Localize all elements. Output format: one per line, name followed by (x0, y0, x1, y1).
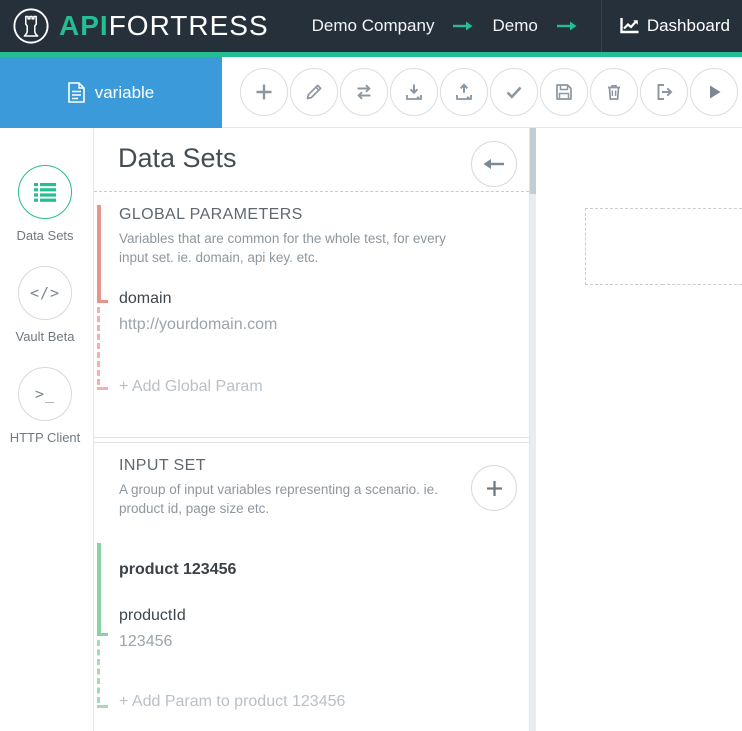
breadcrumb-company[interactable]: Demo Company (312, 16, 435, 36)
global-accent-foot (97, 300, 108, 303)
upload-button[interactable] (440, 68, 488, 116)
code-icon: </> (30, 284, 60, 302)
data-sets-circle (18, 165, 72, 219)
export-button[interactable] (640, 68, 688, 116)
data-sets-panel: Data Sets GLOBAL PARAMETERS Variables th… (93, 128, 530, 731)
panel-header: Data Sets (94, 128, 529, 192)
fortress-logo-icon (12, 7, 50, 45)
vault-circle: </> (18, 266, 72, 320)
brand-wordmark: APIFORTRESS (59, 12, 269, 40)
toolbar-buttons (240, 68, 738, 116)
input-set-card: INPUT SET A group of input variables rep… (94, 443, 529, 731)
upload-icon (454, 82, 474, 102)
toolbar: variable (0, 57, 742, 128)
input-set-accent-foot (97, 633, 108, 636)
file-tab-label: variable (95, 83, 155, 103)
delete-button[interactable] (590, 68, 638, 116)
global-accent-foot (97, 387, 108, 390)
sidebar-item-http-client[interactable]: >_ HTTP Client (10, 367, 81, 445)
global-accent-bar (97, 205, 101, 300)
check-icon (504, 82, 524, 102)
confirm-button[interactable] (490, 68, 538, 116)
side-rail: Data Sets </> Vault Beta >_ HTTP Client (0, 128, 90, 731)
floppy-icon (554, 82, 574, 102)
sidebar-item-vault[interactable]: </> Vault Beta (15, 266, 74, 344)
swap-arrows-icon (354, 82, 374, 102)
global-parameters-heading: GLOBAL PARAMETERS (119, 206, 529, 224)
terminal-icon: >_ (35, 385, 55, 403)
chart-line-icon (620, 18, 639, 34)
sidebar-item-label: Data Sets (16, 228, 73, 243)
pencil-icon (304, 82, 324, 102)
play-icon (704, 82, 724, 102)
run-button[interactable] (690, 68, 738, 116)
breadcrumb-project[interactable]: Demo (492, 16, 537, 36)
download-icon (404, 82, 424, 102)
param-value: 123456 (119, 633, 529, 651)
add-param-to-set-link[interactable]: + Add Param to product 123456 (119, 693, 529, 711)
add-global-param-link[interactable]: + Add Global Param (119, 378, 529, 396)
breadcrumb: Demo Company Demo (312, 16, 577, 36)
global-parameters-card: GLOBAL PARAMETERS Variables that are com… (94, 192, 529, 437)
document-icon (68, 82, 85, 103)
input-set-heading: INPUT SET (119, 457, 529, 475)
drop-zone[interactable] (585, 208, 663, 285)
trash-icon (604, 82, 624, 102)
param-value: http://yourdomain.com (119, 316, 529, 334)
list-icon (34, 183, 56, 202)
sidebar-item-label: HTTP Client (10, 430, 81, 445)
app-header: APIFORTRESS Demo Company Demo Dashboard (0, 0, 742, 52)
file-tab-variable[interactable]: variable (0, 57, 222, 128)
brand-api: API (59, 10, 109, 41)
sidebar-item-data-sets[interactable]: Data Sets (16, 165, 73, 243)
arrow-left-icon (483, 157, 505, 171)
arrow-right-icon (453, 20, 473, 32)
input-set-accent-foot (97, 705, 108, 708)
edit-button[interactable] (290, 68, 338, 116)
input-set-name[interactable]: product 123456 (119, 561, 529, 579)
brand-fortress: FORTRESS (109, 10, 269, 41)
input-set-accent-dashed (97, 640, 100, 703)
param-row[interactable]: productId 123456 (119, 607, 529, 651)
param-name: productId (119, 607, 529, 625)
arrow-right-icon (557, 20, 577, 32)
plus-icon (254, 82, 274, 102)
dashboard-label: Dashboard (647, 16, 730, 36)
download-button[interactable] (390, 68, 438, 116)
sign-out-icon (654, 82, 674, 102)
http-client-circle: >_ (18, 367, 72, 421)
global-parameters-description: Variables that are common for the whole … (119, 230, 471, 268)
param-name: domain (119, 290, 529, 308)
input-set-description: A group of input variables representing … (119, 481, 471, 519)
input-set-accent-bar (97, 543, 101, 633)
test-canvas (536, 128, 742, 731)
save-button[interactable] (540, 68, 588, 116)
dashboard-link[interactable]: Dashboard (602, 16, 742, 36)
brand-logo[interactable]: APIFORTRESS (12, 7, 269, 45)
sidebar-item-label: Vault Beta (15, 329, 74, 344)
add-input-set-button[interactable] (471, 465, 517, 511)
collapse-panel-button[interactable] (471, 141, 517, 187)
transfer-button[interactable] (340, 68, 388, 116)
global-accent-dashed (97, 307, 100, 385)
add-button[interactable] (240, 68, 288, 116)
page-title: Data Sets (118, 143, 237, 174)
param-row[interactable]: domain http://yourdomain.com (119, 290, 529, 334)
plus-icon (486, 480, 503, 497)
drop-zone[interactable] (662, 208, 742, 285)
